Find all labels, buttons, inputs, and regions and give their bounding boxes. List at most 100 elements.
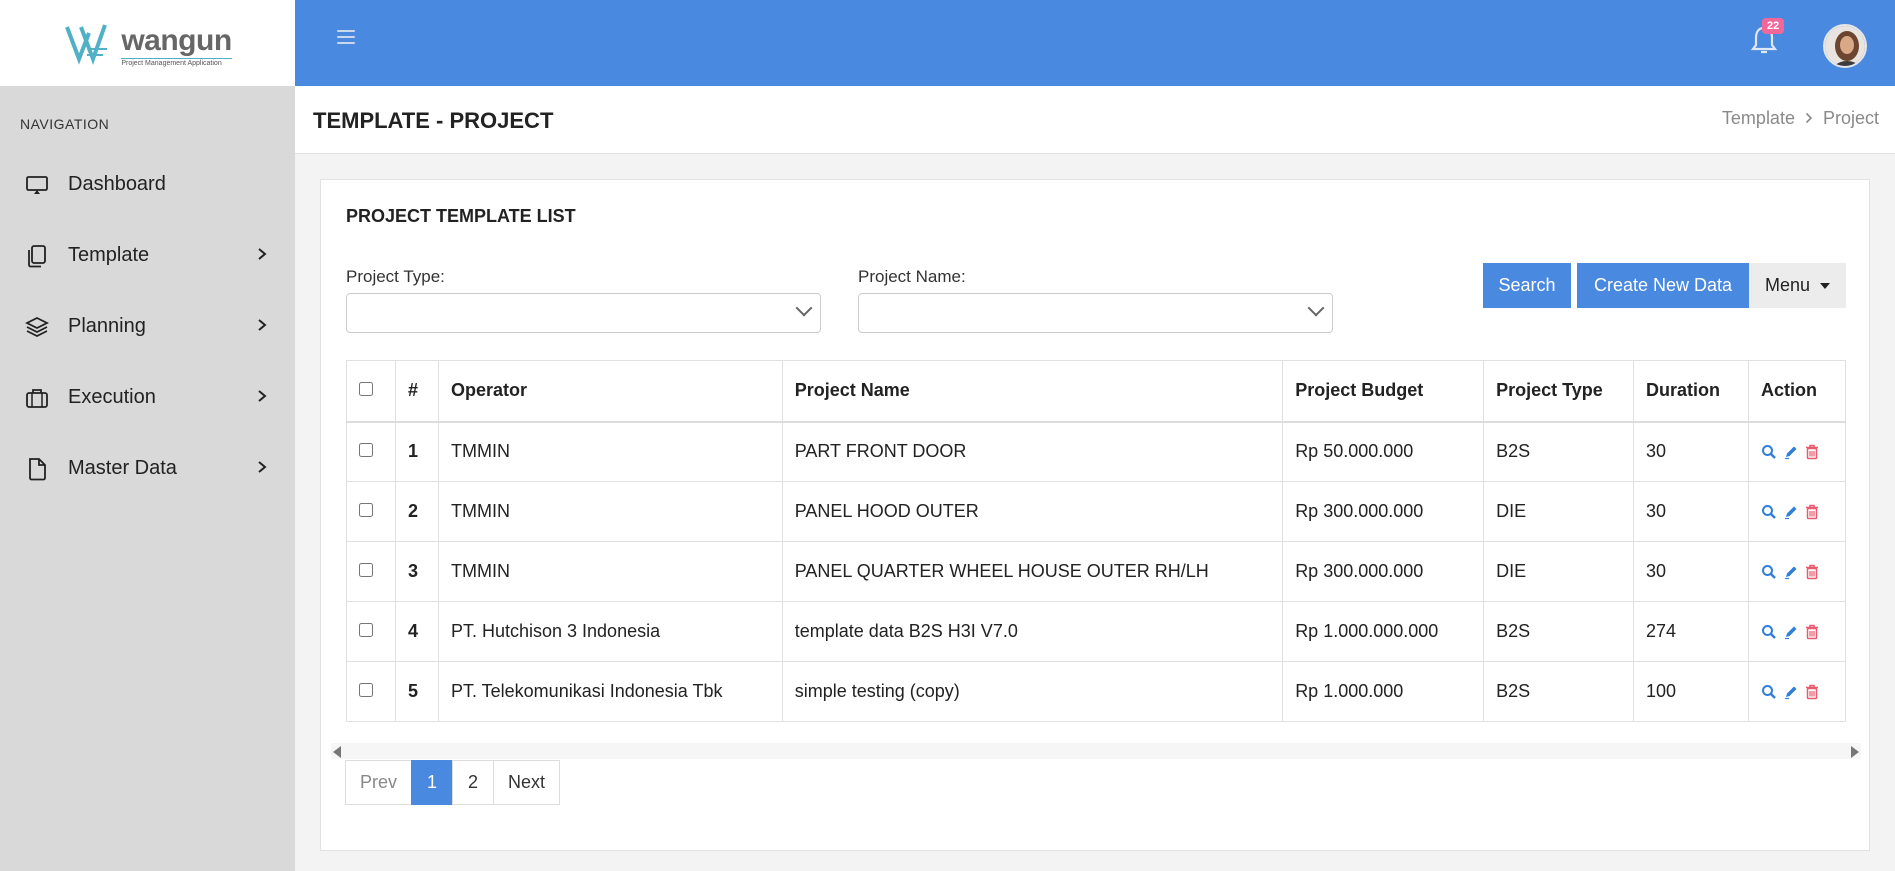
view-icon[interactable] bbox=[1761, 624, 1777, 640]
sidebar-item-planning[interactable]: Planning bbox=[0, 291, 295, 362]
sidebar-item-dashboard[interactable]: Dashboard bbox=[0, 149, 295, 220]
row-checkbox-cell bbox=[346, 601, 396, 662]
page-2-button[interactable]: 2 bbox=[452, 760, 495, 805]
scroll-left-arrow-icon[interactable] bbox=[333, 746, 341, 758]
row-checkbox-cell bbox=[346, 661, 396, 722]
column-header-duration[interactable]: Duration bbox=[1633, 360, 1749, 423]
column-header-project-name[interactable]: Project Name bbox=[781, 360, 1284, 423]
nav-heading: NAVIGATION bbox=[20, 116, 110, 132]
row-actions bbox=[1747, 481, 1847, 542]
logo-area[interactable]: wangun Project Management Application bbox=[0, 0, 295, 86]
row-operator: TMMIN bbox=[437, 541, 783, 602]
delete-icon[interactable] bbox=[1805, 444, 1819, 460]
column-header-number[interactable]: # bbox=[394, 360, 439, 423]
row-number: 3 bbox=[394, 541, 439, 602]
search-button[interactable]: Search bbox=[1483, 263, 1571, 308]
scroll-right-arrow-icon[interactable] bbox=[1851, 746, 1859, 758]
view-icon[interactable] bbox=[1761, 504, 1777, 520]
table-row: 4 PT. Hutchison 3 Indonesia template dat… bbox=[346, 601, 1847, 662]
nav-list: Dashboard Template Planning Execution Ma… bbox=[0, 149, 295, 504]
row-project-name: simple testing (copy) bbox=[781, 661, 1284, 722]
caret-down-icon bbox=[1820, 282, 1831, 289]
row-number: 2 bbox=[394, 481, 439, 542]
project-template-card: PROJECT TEMPLATE LIST Project Type: Proj… bbox=[320, 179, 1870, 851]
pagination: Prev 1 2 Next bbox=[345, 760, 561, 805]
row-project-name: PANEL HOOD OUTER bbox=[781, 481, 1284, 542]
next-page-button[interactable]: Next bbox=[493, 760, 561, 805]
brand-name: wangun bbox=[121, 24, 232, 57]
row-duration: 100 bbox=[1633, 661, 1749, 722]
table-row: 3 TMMIN PANEL QUARTER WHEEL HOUSE OUTER … bbox=[346, 541, 1847, 602]
edit-icon[interactable] bbox=[1783, 444, 1799, 460]
row-actions bbox=[1747, 601, 1847, 662]
row-type: DIE bbox=[1483, 481, 1634, 542]
row-project-name: template data B2S H3I V7.0 bbox=[781, 601, 1284, 662]
sidebar-item-label: Master Data bbox=[68, 457, 177, 479]
row-checkbox-cell bbox=[346, 421, 396, 482]
row-actions bbox=[1747, 661, 1847, 722]
row-budget: Rp 50.000.000 bbox=[1282, 421, 1485, 482]
project-template-table: # Operator Project Name Project Budget P… bbox=[346, 360, 1847, 722]
delete-icon[interactable] bbox=[1805, 564, 1819, 580]
row-checkbox[interactable] bbox=[359, 563, 373, 577]
create-new-data-button[interactable]: Create New Data bbox=[1577, 263, 1749, 308]
column-header-project-budget[interactable]: Project Budget bbox=[1282, 360, 1485, 423]
chevron-down-icon bbox=[795, 299, 813, 317]
delete-icon[interactable] bbox=[1805, 504, 1819, 520]
monitor-icon bbox=[24, 172, 50, 198]
delete-icon[interactable] bbox=[1805, 624, 1819, 640]
breadcrumb: Template Project bbox=[1722, 108, 1879, 129]
edit-icon[interactable] bbox=[1783, 684, 1799, 700]
edit-icon[interactable] bbox=[1783, 624, 1799, 640]
horizontal-scrollbar[interactable] bbox=[331, 743, 1861, 759]
prev-page-button[interactable]: Prev bbox=[345, 760, 413, 805]
file-icon bbox=[24, 456, 50, 482]
edit-icon[interactable] bbox=[1783, 564, 1799, 580]
copy-icon bbox=[24, 243, 50, 269]
column-header-project-type[interactable]: Project Type bbox=[1483, 360, 1634, 423]
row-operator: TMMIN bbox=[437, 421, 783, 482]
select-all-checkbox[interactable] bbox=[359, 382, 373, 397]
view-icon[interactable] bbox=[1761, 684, 1777, 700]
table-row: 2 TMMIN PANEL HOOD OUTER Rp 300.000.000 … bbox=[346, 481, 1847, 542]
view-icon[interactable] bbox=[1761, 444, 1777, 460]
page-1-button[interactable]: 1 bbox=[411, 760, 454, 805]
project-name-select[interactable] bbox=[858, 293, 1333, 333]
menu-label: Menu bbox=[1764, 275, 1811, 295]
chevron-right-icon bbox=[257, 458, 267, 479]
view-icon[interactable] bbox=[1761, 564, 1777, 580]
sidebar-item-label: Dashboard bbox=[68, 173, 166, 195]
row-duration: 274 bbox=[1633, 601, 1749, 662]
row-duration: 30 bbox=[1633, 481, 1749, 542]
row-checkbox[interactable] bbox=[359, 503, 373, 517]
row-duration: 30 bbox=[1633, 421, 1749, 482]
row-duration: 30 bbox=[1633, 541, 1749, 602]
row-project-name: PART FRONT DOOR bbox=[781, 421, 1284, 482]
sidebar-item-template[interactable]: Template bbox=[0, 220, 295, 291]
menu-dropdown-button[interactable]: Menu bbox=[1749, 263, 1846, 308]
row-actions bbox=[1747, 541, 1847, 602]
row-checkbox-cell bbox=[346, 541, 396, 602]
notification-bell[interactable]: 22 bbox=[1750, 18, 1785, 60]
sidebar-item-label: Template bbox=[68, 244, 150, 266]
hamburger-menu-icon[interactable] bbox=[337, 30, 355, 50]
table-row: 5 PT. Telekomunikasi Indonesia Tbk simpl… bbox=[346, 661, 1847, 722]
breadcrumb-template[interactable]: Template bbox=[1722, 108, 1795, 129]
chevron-right-icon bbox=[257, 316, 267, 337]
logo-mark-icon bbox=[65, 24, 108, 65]
logo[interactable]: wangun Project Management Application bbox=[63, 19, 232, 67]
card-title: PROJECT TEMPLATE LIST bbox=[346, 206, 576, 226]
project-type-select[interactable] bbox=[346, 293, 821, 333]
delete-icon[interactable] bbox=[1805, 684, 1819, 700]
row-type: B2S bbox=[1483, 601, 1634, 662]
row-checkbox[interactable] bbox=[359, 683, 373, 697]
sidebar-item-master-data[interactable]: Master Data bbox=[0, 433, 295, 504]
row-checkbox[interactable] bbox=[359, 443, 373, 458]
column-header-operator[interactable]: Operator bbox=[437, 360, 783, 423]
edit-icon[interactable] bbox=[1783, 504, 1799, 520]
sidebar-item-label: Execution bbox=[68, 386, 156, 408]
avatar[interactable] bbox=[1823, 24, 1867, 68]
sidebar-item-execution[interactable]: Execution bbox=[0, 362, 295, 433]
sidebar-item-label: Planning bbox=[68, 315, 146, 337]
row-checkbox[interactable] bbox=[359, 623, 373, 637]
